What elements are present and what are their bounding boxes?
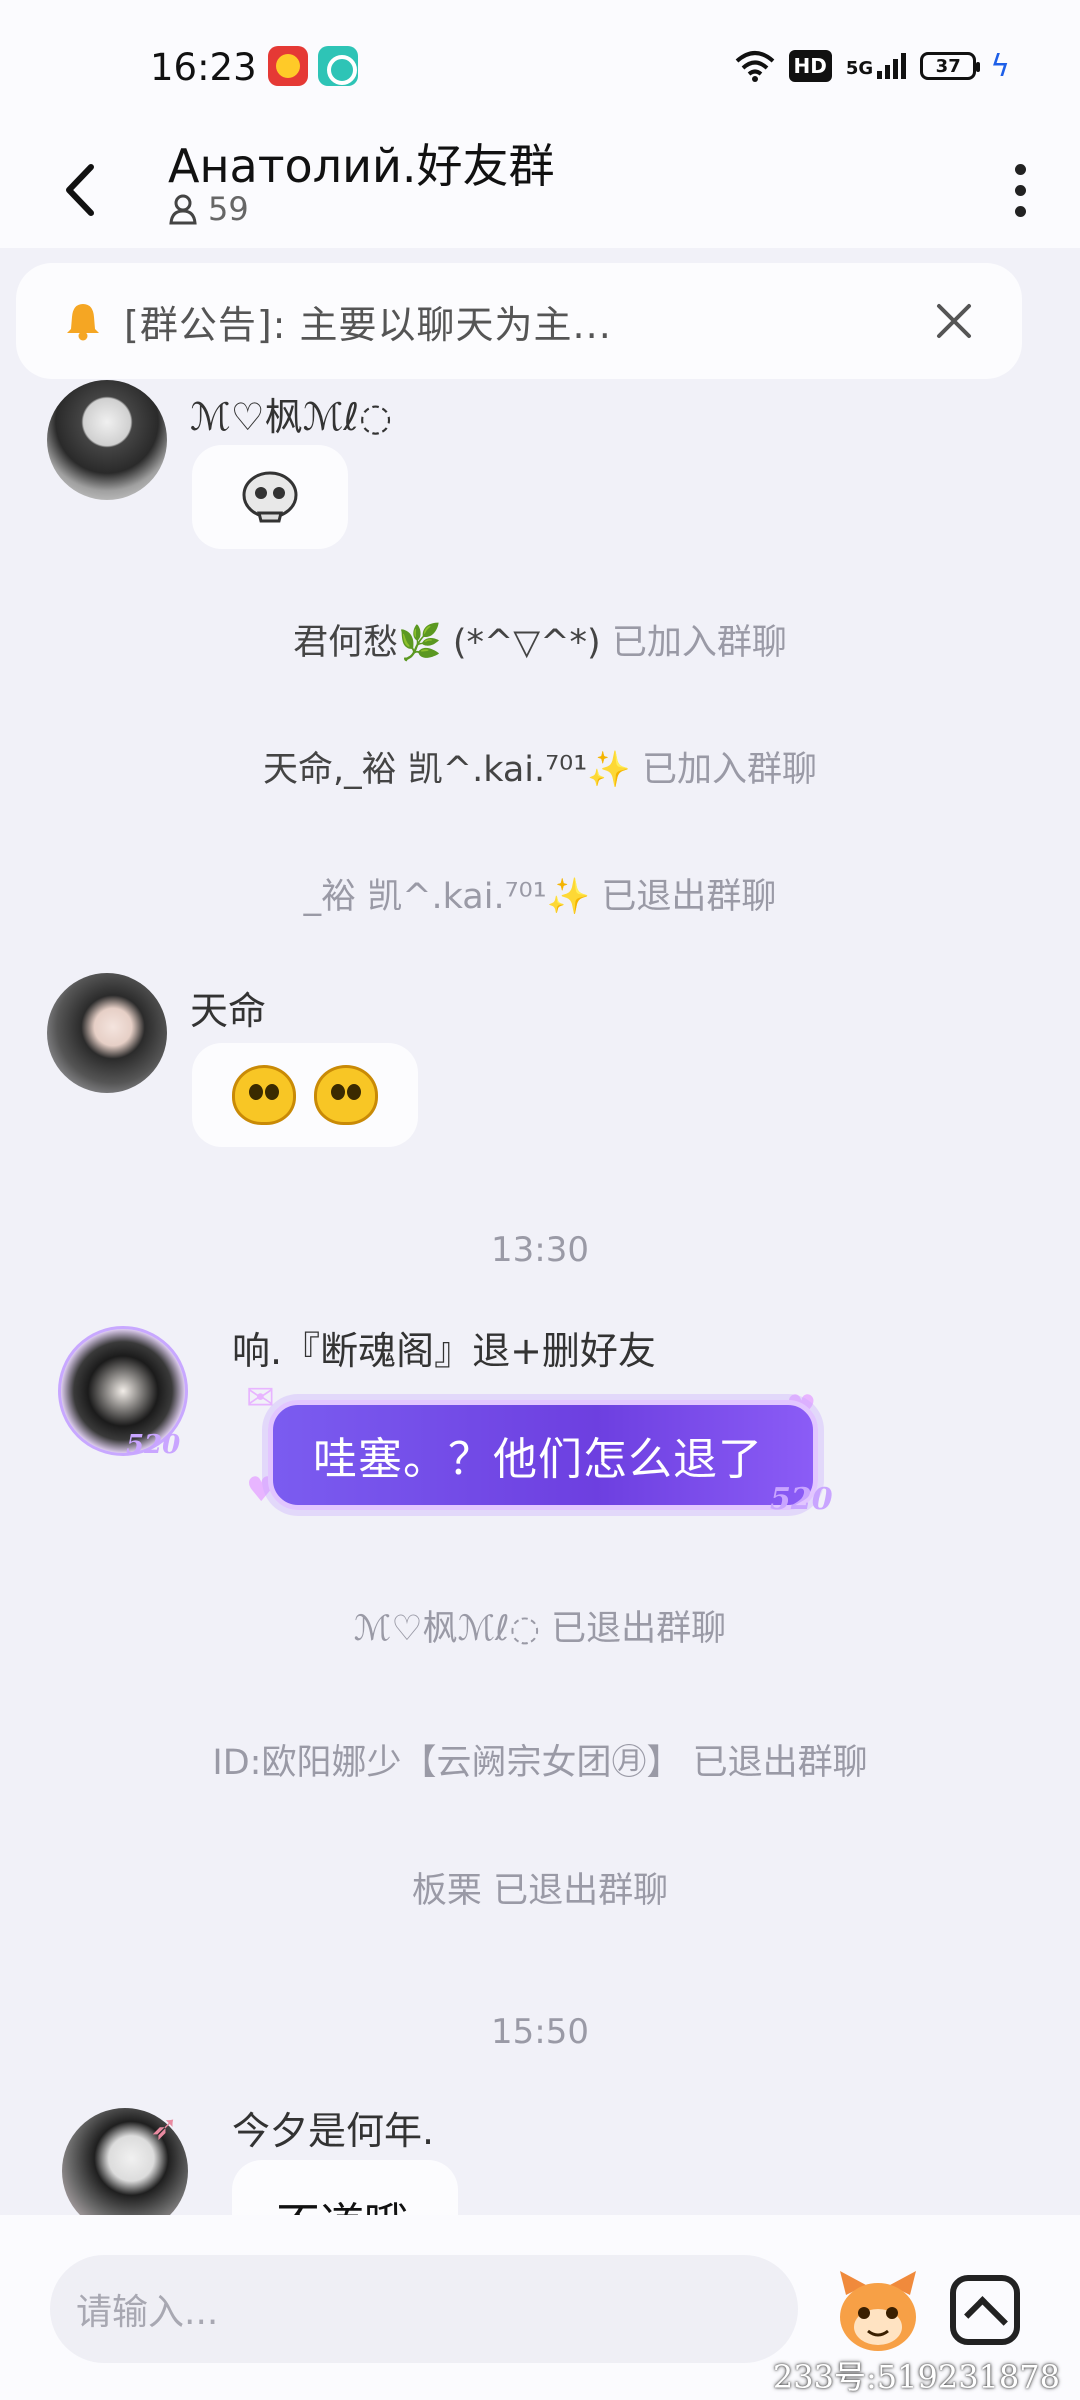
avatar-badge: 520 <box>126 1430 181 1460</box>
input-placeholder: 请输入... <box>76 2292 219 2333</box>
system-message: 板栗 已退出群聊 <box>0 1862 1080 1913</box>
system-message: ℳ♡枫ℳℓ◌ 已退出群聊 <box>0 1600 1080 1651</box>
close-icon <box>937 304 971 338</box>
member-name[interactable]: ID:欧阳娜少【云阙宗女团㊊】 <box>212 1743 681 1783</box>
sender-name: 响.『断魂阁』退+删好友 <box>232 1329 656 1373</box>
close-announcement-button[interactable] <box>926 293 982 349</box>
sticker-bubble[interactable] <box>192 1043 418 1147</box>
battery-level: 37 <box>935 55 961 77</box>
charging-icon: ϟ <box>990 48 1010 84</box>
system-action: 已加入群聊 <box>611 623 787 663</box>
sender-name: 天命 <box>190 989 267 1033</box>
watermark: 233号:519231878 <box>772 2358 1060 2396</box>
member-name[interactable]: ℳ♡枫ℳℓ◌ <box>354 1609 540 1649</box>
mascot-sticker-button-icon[interactable] <box>832 2265 924 2357</box>
cellular-signal-icon: 5G <box>845 53 907 79</box>
person-icon <box>169 194 197 225</box>
system-action: 已退出群聊 <box>601 877 777 917</box>
sticker-bubble[interactable] <box>192 445 348 549</box>
avatar[interactable] <box>47 380 167 500</box>
network-type: 5G <box>845 58 874 79</box>
envelope-decoration-icon: ✉ <box>246 1378 275 1418</box>
emoji-face-icon <box>232 1065 296 1125</box>
member-name[interactable]: 天命,_裕 凯^.kai.⁷⁰¹✨ <box>263 750 631 790</box>
image-picker-button[interactable] <box>950 2275 1020 2345</box>
message-bubble[interactable]: 哇塞。？他们怎么退了 <box>268 1400 818 1510</box>
system-action: 已退出群聊 <box>493 1871 669 1911</box>
message-input[interactable]: 请输入... <box>50 2255 798 2363</box>
sender-name: 今夕是何年. <box>232 2109 435 2153</box>
bubble-badge: 520 <box>770 1482 833 1517</box>
wifi-icon <box>735 51 774 82</box>
timestamp: 15:50 <box>491 2012 589 2052</box>
member-name[interactable]: _裕 凯^.kai.⁷⁰¹✨ <box>304 877 591 917</box>
status-icons: HD 5G 37 ϟ <box>735 44 1010 88</box>
system-message: 君何愁🌿 (*^▽^*) 已加入群聊 <box>0 614 1080 665</box>
member-name[interactable]: 板栗 <box>412 1871 482 1911</box>
member-count-value: 59 <box>208 190 249 228</box>
system-message: ID:欧阳娜少【云阙宗女团㊊】 已退出群聊 <box>0 1734 1080 1785</box>
back-button[interactable] <box>50 150 110 230</box>
bow-and-arrow-decoration-icon: ➶ <box>150 2108 179 2148</box>
group-announcement[interactable]: [群公告]: 主要以聊天为主... <box>16 263 1022 379</box>
system-action: 已退出群聊 <box>551 1609 727 1649</box>
status-bar: 16:23 HD 5G 37 ϟ <box>0 0 1080 130</box>
chat-app-notification-icon <box>318 46 358 86</box>
avatar[interactable] <box>47 973 167 1093</box>
system-message: 天命,_裕 凯^.kai.⁷⁰¹✨ 已加入群聊 <box>0 741 1080 792</box>
announcement-text: [群公告]: 主要以聊天为主... <box>124 302 612 347</box>
more-dot-icon <box>1014 205 1026 217</box>
bell-icon <box>67 304 99 341</box>
clock: 16:23 <box>150 46 257 89</box>
member-count[interactable]: 59 <box>168 190 249 228</box>
timestamp: 13:30 <box>491 1230 589 1270</box>
member-name[interactable]: 君何愁🌿 (*^▽^*) <box>293 623 601 663</box>
more-options-button[interactable] <box>990 150 1050 230</box>
hd-icon: HD <box>788 50 832 82</box>
emoji-face-icon <box>314 1065 378 1125</box>
battery-icon: 37 <box>920 52 981 80</box>
system-action: 已加入群聊 <box>641 750 817 790</box>
more-dot-icon <box>1014 184 1026 196</box>
group-title: Анатолий.好友群 <box>168 139 555 193</box>
sender-name: ℳ♡枫ℳℓ◌ <box>190 395 393 439</box>
app-notification-icon <box>268 46 308 86</box>
chevron-left-icon <box>66 164 94 216</box>
system-action: 已退出群聊 <box>692 1743 868 1783</box>
more-dot-icon <box>1014 163 1026 175</box>
chat-header: Анатолий.好友群 59 <box>0 130 1080 248</box>
skull-sticker-icon <box>242 471 298 523</box>
system-message: _裕 凯^.kai.⁷⁰¹✨ 已退出群聊 <box>0 868 1080 919</box>
